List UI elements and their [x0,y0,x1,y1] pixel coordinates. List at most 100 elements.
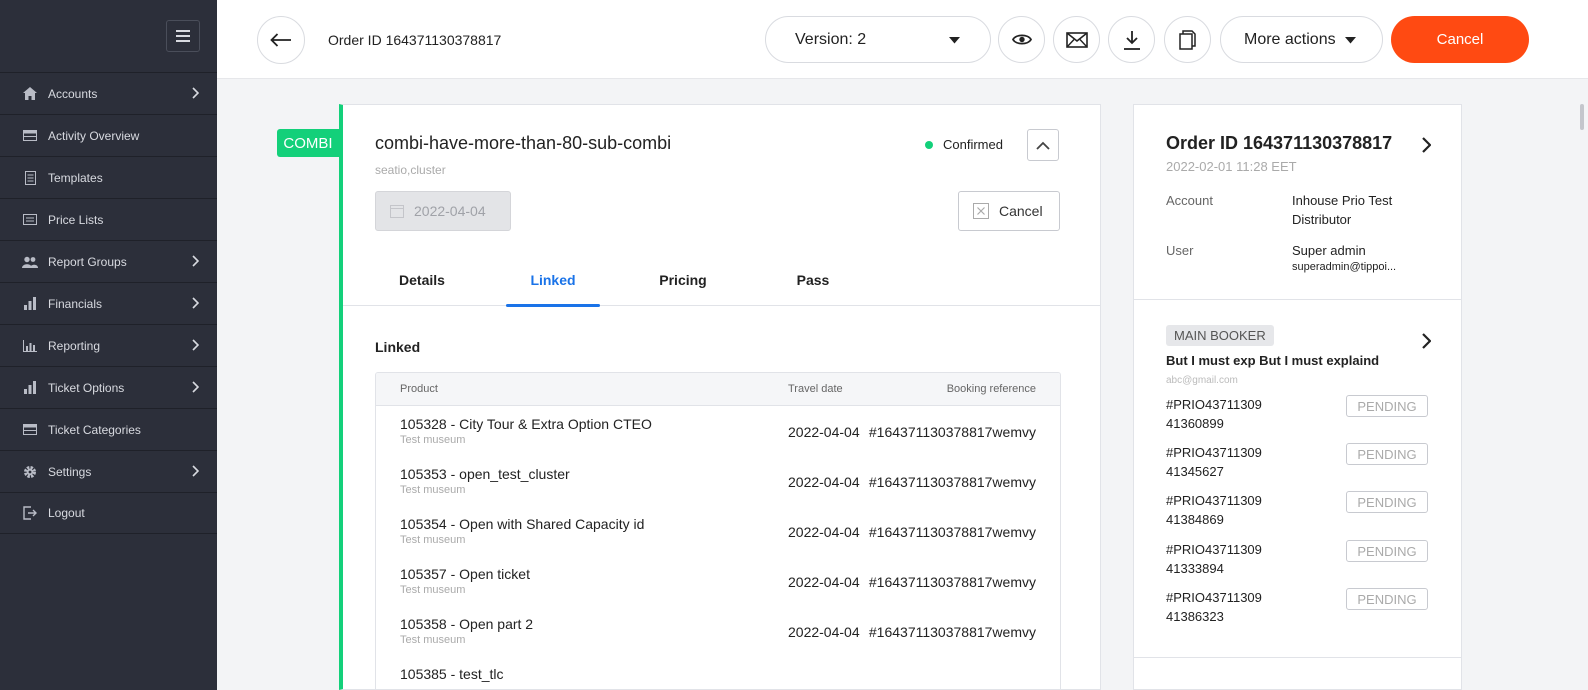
logout-icon [22,505,38,521]
collapse-button[interactable] [1027,129,1059,161]
caret-down-icon [1345,37,1356,44]
sidebar-item-activity-overview[interactable]: Activity Overview [0,114,217,156]
ticket-id-line1: #PRIO43711309 [1166,445,1262,460]
sidebar-item-price-lists[interactable]: Price Lists [0,198,217,240]
product-museum: Test museum [400,434,466,446]
product-travel-date: 2022-04-04 [788,624,860,640]
product-name: 105385 - test_tlc [400,666,504,682]
product-travel-date: 2022-04-04 [788,424,860,440]
cancel-product-button[interactable]: Cancel [958,191,1060,231]
product-museum: Test museum [400,584,466,596]
section-title: Linked [375,339,421,355]
chevron-right-icon[interactable] [1421,137,1431,153]
download-button[interactable] [1108,16,1155,63]
ticket-id-line2: 41360899 [1166,416,1224,431]
more-actions-dropdown[interactable]: More actions [1220,16,1383,63]
sidebar: Accounts Activity Overview Templates Pri… [0,0,217,690]
sidebar-item-label: Price Lists [48,212,104,227]
table-row[interactable]: 105353 - open_test_cluster Test museum 2… [376,456,1060,506]
preview-button[interactable] [998,16,1045,63]
sidebar-item-label: Activity Overview [48,128,140,143]
sidebar-item-reporting[interactable]: Reporting [0,324,217,366]
copy-button[interactable] [1164,16,1211,63]
sidebar-item-label: Accounts [48,86,98,101]
ticket-id-line1: #PRIO43711309 [1166,542,1262,557]
sidebar-item-templates[interactable]: Templates [0,156,217,198]
version-select[interactable]: Version: 2 [765,16,991,63]
ticket-status-badge: PENDING [1346,443,1428,465]
table-row[interactable]: 105354 - Open with Shared Capacity id Te… [376,506,1060,556]
sidebar-item-accounts[interactable]: Accounts [0,72,217,114]
summary-order-date: 2022-02-01 11:28 EET [1166,159,1297,174]
sidebar-item-ticket-categories[interactable]: Ticket Categories [0,408,217,450]
main-booker-badge: MAIN BOOKER [1166,325,1274,346]
users-icon [22,254,38,270]
ticket-item[interactable]: #PRIO43711309 41345627 PENDING [1166,443,1428,483]
envelope-icon [1065,31,1088,48]
sidebar-item-label: Reporting [48,338,101,353]
table-row[interactable]: 105328 - City Tour & Extra Option CTEO T… [376,406,1060,456]
user-label: User [1166,243,1194,258]
travel-date-value: 2022-04-04 [414,203,486,219]
product-travel-date: 2022-04-04 [788,524,860,540]
travel-date-field[interactable]: 2022-04-04 [375,191,511,231]
chevron-right-icon[interactable] [1421,333,1431,349]
gear-icon [22,464,38,480]
chevron-right-icon [192,465,199,477]
list-icon [22,212,38,228]
booker-name: But I must exp But I must explaind [1166,353,1380,368]
ticket-id-line1: #PRIO43711309 [1166,493,1262,508]
table-row[interactable]: 105385 - test_tlc [376,656,1060,689]
product-museum: Test museum [400,534,466,546]
status-dot-icon [925,140,933,149]
product-travel-date: 2022-04-04 [788,474,860,490]
order-summary-panel: Order ID 164371130378817 2022-02-01 11:2… [1133,104,1462,690]
table-icon [22,422,38,438]
arrow-left-icon [270,33,291,47]
tab-details[interactable]: Details [375,265,469,306]
sidebar-item-financials[interactable]: Financials [0,282,217,324]
back-button[interactable] [257,16,305,64]
column-header-product: Product [400,383,438,395]
sidebar-item-label: Settings [48,464,92,479]
version-select-value: Version: 2 [795,30,867,48]
ticket-item[interactable]: #PRIO43711309 41360899 PENDING [1166,395,1428,435]
chevron-right-icon [192,297,199,309]
divider [1134,657,1461,658]
ticket-item[interactable]: #PRIO43711309 41384869 PENDING [1166,491,1428,531]
menu-toggle-button[interactable] [166,20,200,52]
sidebar-item-label: Ticket Options [48,380,125,395]
sidebar-item-logout[interactable]: Logout [0,492,217,534]
tab-pass[interactable]: Pass [766,265,860,306]
account-value: Inhouse Prio Test Distributor [1292,193,1393,227]
cancel-product-label: Cancel [999,203,1043,219]
product-name: 105357 - Open ticket [400,566,530,582]
email-button[interactable] [1053,16,1100,63]
tab-pricing[interactable]: Pricing [636,265,730,306]
column-header-booking-reference: Booking reference [946,383,1036,395]
ticket-item[interactable]: #PRIO43711309 41386323 PENDING [1166,588,1428,628]
table-row[interactable]: 105357 - Open ticket Test museum 2022-04… [376,556,1060,606]
eye-icon [1011,34,1032,45]
sidebar-item-settings[interactable]: Settings [0,450,217,492]
table-icon [22,128,38,144]
product-booking-reference: #164371130378817wemvy [868,474,1036,490]
sidebar-item-label: Financials [48,296,103,311]
product-name: 105358 - Open part 2 [400,616,534,632]
cancel-order-button[interactable]: Cancel [1391,16,1529,63]
sidebar-item-report-groups[interactable]: Report Groups [0,240,217,282]
chevron-right-icon [192,255,199,267]
tab-linked[interactable]: Linked [506,265,600,307]
scrollbar-thumb[interactable] [1580,104,1584,130]
table-row[interactable]: 105358 - Open part 2 Test museum 2022-04… [376,606,1060,656]
ticket-status-badge: PENDING [1346,588,1428,610]
product-travel-date: 2022-04-04 [788,574,860,590]
copy-icon [1179,29,1196,50]
product-title: combi-have-more-than-80-sub-combi [375,133,672,153]
sidebar-item-ticket-options[interactable]: Ticket Options [0,366,217,408]
sidebar-item-label: Report Groups [48,254,127,269]
sidebar-item-label: Logout [48,506,85,520]
ticket-item[interactable]: #PRIO43711309 41333894 PENDING [1166,540,1428,580]
chevron-right-icon [192,87,199,99]
booker-email: abc@gmail.com [1166,375,1238,386]
